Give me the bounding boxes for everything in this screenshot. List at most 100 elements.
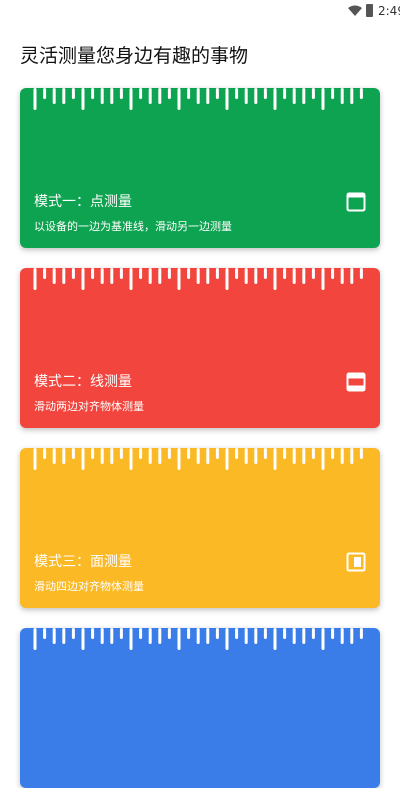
- ruler-tick: [340, 88, 344, 104]
- ruler-tick: [100, 268, 104, 284]
- ruler-tick: [139, 88, 143, 99]
- ruler-tick: [206, 268, 210, 284]
- mode-card-area[interactable]: 模式三：面测量 滑动四边对齐物体测量: [20, 448, 380, 608]
- ruler-tick: [71, 628, 75, 639]
- ruler-tick: [273, 88, 277, 110]
- ruler-tick: [158, 268, 162, 284]
- ruler-ticks: [33, 448, 363, 470]
- ruler-tick: [206, 628, 210, 644]
- ruler-tick: [302, 628, 306, 644]
- ruler-tick: [225, 628, 229, 650]
- ruler-tick: [81, 448, 85, 470]
- ruler-tick: [292, 88, 296, 104]
- mode-card-4[interactable]: [20, 628, 380, 788]
- ruler-tick: [273, 448, 277, 470]
- ruler-tick: [215, 88, 219, 99]
- ruler-tick: [71, 448, 75, 459]
- ruler-tick: [225, 448, 229, 470]
- ruler-tick: [119, 628, 123, 639]
- ruler-tick: [187, 448, 191, 459]
- ruler-tick: [148, 88, 152, 104]
- ruler-tick: [62, 448, 66, 464]
- ruler-tick: [148, 268, 152, 284]
- ruler-tick: [71, 268, 75, 279]
- ruler-tick: [129, 448, 133, 470]
- ruler-tick: [321, 628, 325, 650]
- ruler-tick: [33, 88, 37, 110]
- ruler-tick: [311, 268, 315, 279]
- ruler-tick: [340, 448, 344, 464]
- ruler-tick: [254, 448, 258, 464]
- ruler-tick: [263, 628, 267, 639]
- ruler-tick: [167, 268, 171, 279]
- ruler-tick: [177, 268, 181, 290]
- ruler-tick: [33, 628, 37, 650]
- status-time: 2:49: [378, 4, 400, 18]
- ruler-tick: [139, 628, 143, 639]
- ruler-tick: [263, 88, 267, 99]
- ruler-tick: [254, 628, 258, 644]
- ruler-ticks: [33, 88, 363, 110]
- ruler-ticks: [33, 628, 363, 650]
- ruler-tick: [129, 628, 133, 650]
- mode-subtitle: 滑动四边对齐物体测量: [34, 580, 144, 593]
- ruler-tick: [62, 268, 66, 284]
- ruler-tick: [91, 88, 95, 99]
- ruler-tick: [119, 88, 123, 99]
- ruler-tick: [139, 448, 143, 459]
- ruler-tick: [331, 268, 335, 279]
- ruler-tick: [350, 628, 354, 644]
- page-title: 灵活测量您身边有趣的事物: [20, 45, 249, 67]
- mode-subtitle: 以设备的一边为基准线，滑动另一边测量: [34, 220, 232, 233]
- ruler-tick: [302, 448, 306, 464]
- ruler-tick: [43, 628, 47, 639]
- ruler-tick: [302, 88, 306, 104]
- ruler-tick: [177, 448, 181, 470]
- ruler-tick: [91, 628, 95, 639]
- ruler-tick: [139, 268, 143, 279]
- ruler-tick: [254, 88, 258, 104]
- ruler-tick: [187, 268, 191, 279]
- mode-card-point[interactable]: 模式一：点测量 以设备的一边为基准线，滑动另一边测量: [20, 88, 380, 248]
- ruler-tick: [283, 448, 287, 459]
- ruler-tick: [311, 448, 315, 459]
- ruler-tick: [244, 448, 248, 464]
- ruler-tick: [158, 448, 162, 464]
- ruler-tick: [196, 448, 200, 464]
- ruler-tick: [283, 88, 287, 99]
- ruler-tick: [52, 628, 56, 644]
- ruler-tick: [148, 628, 152, 644]
- ruler-tick: [302, 268, 306, 284]
- area-mode-icon: [346, 552, 366, 572]
- ruler-tick: [225, 88, 229, 110]
- ruler-tick: [225, 268, 229, 290]
- ruler-tick: [148, 448, 152, 464]
- ruler-tick: [187, 628, 191, 639]
- ruler-tick: [91, 448, 95, 459]
- ruler-tick: [158, 88, 162, 104]
- ruler-tick: [263, 448, 267, 459]
- ruler-tick: [244, 88, 248, 104]
- ruler-tick: [350, 448, 354, 464]
- ruler-tick: [244, 628, 248, 644]
- ruler-tick: [206, 88, 210, 104]
- ruler-tick: [254, 268, 258, 284]
- ruler-tick: [177, 628, 181, 650]
- ruler-tick: [292, 448, 296, 464]
- mode-title: 模式二：线测量: [34, 374, 132, 390]
- ruler-tick: [235, 628, 239, 639]
- mode-card-line[interactable]: 模式二：线测量 滑动两边对齐物体测量: [20, 268, 380, 428]
- ruler-tick: [167, 448, 171, 459]
- ruler-tick: [263, 268, 267, 279]
- ruler-tick: [321, 268, 325, 290]
- ruler-tick: [321, 448, 325, 470]
- ruler-tick: [331, 628, 335, 639]
- ruler-tick: [196, 88, 200, 104]
- mode-subtitle: 滑动两边对齐物体测量: [34, 400, 144, 413]
- ruler-tick: [81, 88, 85, 110]
- ruler-tick: [91, 268, 95, 279]
- ruler-tick: [359, 88, 363, 99]
- ruler-tick: [273, 268, 277, 290]
- ruler-tick: [359, 268, 363, 279]
- ruler-tick: [100, 88, 104, 104]
